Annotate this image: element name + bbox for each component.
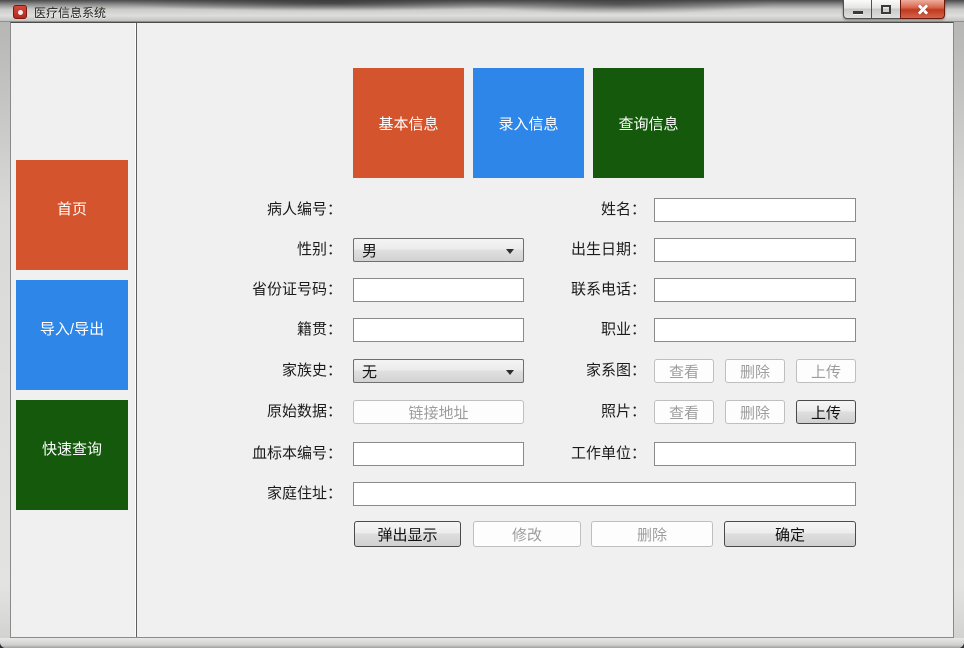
sidebar-divider (135, 23, 137, 637)
pedigree-upload-button[interactable]: 上传 (796, 359, 856, 383)
gender-select[interactable]: 男 (353, 238, 524, 262)
app-icon (13, 5, 27, 19)
confirm-button[interactable]: 确定 (724, 521, 856, 547)
raw-data-label: 原始数据： (266, 403, 342, 420)
pedigree-label: 家系图： (585, 362, 646, 379)
close-icon (916, 3, 930, 15)
id-card-input[interactable] (353, 278, 524, 302)
home-address-label: 家庭住址： (266, 485, 342, 502)
window-frame-left (0, 22, 10, 648)
client-area: 首页 导入/导出 快速查询 基本信息 录入信息 查询信息 病人编号： 姓名： 性… (10, 22, 954, 638)
phone-input[interactable] (654, 278, 856, 302)
workplace-label: 工作单位： (570, 445, 646, 462)
pedigree-delete-button[interactable]: 删除 (725, 359, 785, 383)
native-place-input[interactable] (353, 318, 524, 342)
family-history-select[interactable]: 无 (353, 359, 524, 383)
link-address-button[interactable]: 链接地址 (353, 400, 524, 424)
maximize-icon (881, 4, 891, 14)
app-icon-dot (18, 10, 23, 15)
photo-upload-button[interactable]: 上传 (796, 400, 856, 424)
phone-label: 联系电话： (570, 281, 646, 298)
id-card-label: 省份证号码： (251, 281, 342, 298)
app-window: 医疗信息系统 首页 导入/导出 快速查询 基本信息 录入信息 查询信息 病人编号… (0, 0, 964, 648)
chevron-down-icon (506, 370, 514, 375)
close-button[interactable] (900, 0, 945, 19)
blood-sample-input[interactable] (353, 442, 524, 466)
titlebar: 医疗信息系统 (0, 0, 964, 22)
patient-number-label: 病人编号： (266, 201, 342, 218)
name-input[interactable] (654, 198, 856, 222)
blood-sample-label: 血标本编号： (251, 445, 342, 462)
family-history-select-value: 无 (362, 363, 378, 381)
workplace-input[interactable] (654, 442, 856, 466)
minimize-icon (852, 11, 863, 14)
delete-button[interactable]: 删除 (591, 521, 713, 547)
name-label: 姓名： (600, 201, 646, 218)
photo-label: 照片： (600, 403, 646, 420)
sidebar-item-quick-search[interactable]: 快速查询 (16, 400, 128, 510)
pedigree-view-button[interactable]: 查看 (654, 359, 714, 383)
gender-select-value: 男 (362, 242, 378, 260)
gender-label: 性别： (296, 241, 342, 258)
tab-basic-info[interactable]: 基本信息 (353, 68, 464, 178)
popup-display-button[interactable]: 弹出显示 (354, 521, 461, 547)
window-controls (843, 0, 945, 19)
maximize-button[interactable] (872, 0, 900, 19)
chevron-down-icon (506, 249, 514, 254)
window-frame-right (954, 22, 964, 648)
photo-view-button[interactable]: 查看 (654, 400, 714, 424)
sidebar-item-home[interactable]: 首页 (16, 160, 128, 270)
occupation-input[interactable] (654, 318, 856, 342)
minimize-button[interactable] (843, 0, 872, 19)
home-address-input[interactable] (353, 482, 856, 506)
sidebar-item-import-export[interactable]: 导入/导出 (16, 280, 128, 390)
birth-date-label: 出生日期： (570, 241, 646, 258)
photo-delete-button[interactable]: 删除 (725, 400, 785, 424)
native-place-label: 籍贯： (296, 321, 342, 338)
tab-query-info[interactable]: 查询信息 (593, 68, 704, 178)
modify-button[interactable]: 修改 (473, 521, 581, 547)
occupation-label: 职业： (600, 321, 646, 338)
window-title: 医疗信息系统 (34, 6, 107, 20)
window-frame-bottom (0, 638, 964, 648)
birth-date-input[interactable] (654, 238, 856, 262)
family-history-label: 家族史： (281, 362, 342, 379)
tab-entry-info[interactable]: 录入信息 (473, 68, 584, 178)
